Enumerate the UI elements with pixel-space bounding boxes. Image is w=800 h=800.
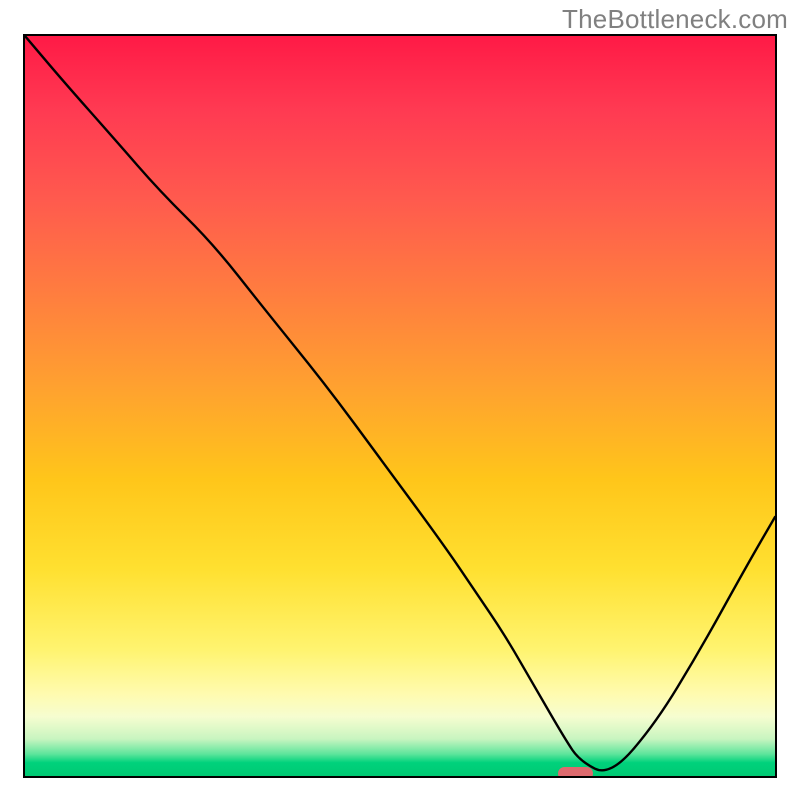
bottleneck-curve: [25, 36, 775, 776]
optimal-zone-marker: [558, 767, 593, 778]
chart-container: TheBottleneck.com: [0, 0, 800, 800]
watermark-text: TheBottleneck.com: [562, 4, 788, 35]
plot-frame: [23, 34, 777, 778]
